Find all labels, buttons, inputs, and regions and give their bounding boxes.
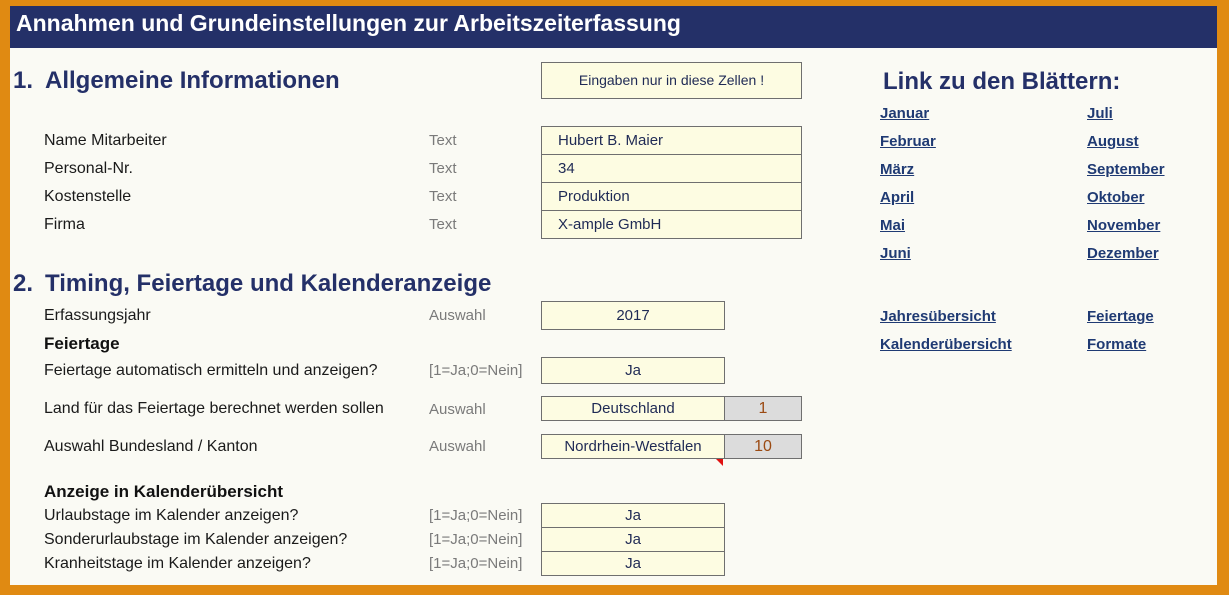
firma-input[interactable]: X-ample GmbH <box>541 210 802 239</box>
link-jahresuebersicht[interactable]: Jahresübersicht <box>880 308 996 325</box>
input-note-box: Eingaben nur in diese Zellen ! <box>541 62 802 99</box>
kostenstelle-label: Kostenstelle <box>44 188 132 205</box>
kostenstelle-input[interactable]: Produktion <box>541 182 802 211</box>
auto-holidays-input[interactable]: Ja <box>541 357 725 384</box>
firma-hint: Text <box>429 216 457 233</box>
personal-nr-input[interactable]: 34 <box>541 154 802 183</box>
auto-holidays-hint: [1=Ja;0=Nein] <box>429 362 523 379</box>
link-kalenderuebersicht[interactable]: Kalenderübersicht <box>880 336 1012 353</box>
state-hint: Auswahl <box>429 438 486 455</box>
sonderurlaub-hint: [1=Ja;0=Nein] <box>429 531 523 548</box>
link-februar[interactable]: Februar <box>880 133 936 150</box>
state-label: Auswahl Bundesland / Kanton <box>44 438 258 455</box>
personal-nr-hint: Text <box>429 160 457 177</box>
worksheet: Annahmen und Grundeinstellungen zur Arbe… <box>10 6 1217 585</box>
link-januar[interactable]: Januar <box>880 105 929 122</box>
link-august[interactable]: August <box>1087 133 1139 150</box>
comment-indicator-icon[interactable] <box>716 459 723 466</box>
section-2-number: 2. <box>13 270 34 297</box>
link-november[interactable]: November <box>1087 217 1160 234</box>
name-hint: Text <box>429 132 457 149</box>
feiertage-subheading: Feiertage <box>44 334 120 353</box>
state-select[interactable]: Nordrhein-Westfalen <box>541 434 725 459</box>
section-1-number: 1. <box>13 67 34 94</box>
urlaub-hint: [1=Ja;0=Nein] <box>429 507 523 524</box>
country-label: Land für das Feiertage berechnet werden … <box>44 400 384 417</box>
link-dezember[interactable]: Dezember <box>1087 245 1159 262</box>
kostenstelle-hint: Text <box>429 188 457 205</box>
link-feiertage[interactable]: Feiertage <box>1087 308 1154 325</box>
page-title: Annahmen und Grundeinstellungen zur Arbe… <box>10 6 1217 48</box>
sonderurlaub-label: Sonderurlaubstage im Kalender anzeigen? <box>44 531 348 548</box>
calendar-subheading: Anzeige in Kalenderübersicht <box>44 482 283 501</box>
krankheit-input[interactable]: Ja <box>541 551 725 576</box>
sonderurlaub-input[interactable]: Ja <box>541 527 725 552</box>
urlaub-input[interactable]: Ja <box>541 503 725 528</box>
erfassungsjahr-select[interactable]: 2017 <box>541 301 725 330</box>
section-2-heading: 2. Timing, Feiertage und Kalenderanzeige <box>13 270 491 298</box>
section-1-heading: 1. Allgemeine Informationen <box>13 67 340 95</box>
country-code: 1 <box>724 396 802 421</box>
link-april[interactable]: April <box>880 189 914 206</box>
link-formate[interactable]: Formate <box>1087 336 1146 353</box>
link-mai[interactable]: Mai <box>880 217 905 234</box>
erfassungsjahr-label: Erfassungsjahr <box>44 307 151 324</box>
country-hint: Auswahl <box>429 401 486 418</box>
state-code: 10 <box>724 434 802 459</box>
auto-holidays-label: Feiertage automatisch ermitteln und anze… <box>44 362 378 379</box>
link-oktober[interactable]: Oktober <box>1087 189 1145 206</box>
links-heading: Link zu den Blättern: <box>883 68 1121 95</box>
link-september[interactable]: September <box>1087 161 1165 178</box>
section-2-title: Timing, Feiertage und Kalenderanzeige <box>45 270 492 297</box>
country-select[interactable]: Deutschland <box>541 396 725 421</box>
firma-label: Firma <box>44 216 85 233</box>
link-juni[interactable]: Juni <box>880 245 911 262</box>
erfassungsjahr-hint: Auswahl <box>429 307 486 324</box>
krankheit-hint: [1=Ja;0=Nein] <box>429 555 523 572</box>
personal-nr-label: Personal-Nr. <box>44 160 133 177</box>
section-1-title: Allgemeine Informationen <box>45 67 340 94</box>
urlaub-label: Urlaubstage im Kalender anzeigen? <box>44 507 299 524</box>
name-input[interactable]: Hubert B. Maier <box>541 126 802 155</box>
link-juli[interactable]: Juli <box>1087 105 1113 122</box>
krankheit-label: Kranheitstage im Kalender anzeigen? <box>44 555 311 572</box>
link-maerz[interactable]: März <box>880 161 914 178</box>
name-label: Name Mitarbeiter <box>44 132 167 149</box>
